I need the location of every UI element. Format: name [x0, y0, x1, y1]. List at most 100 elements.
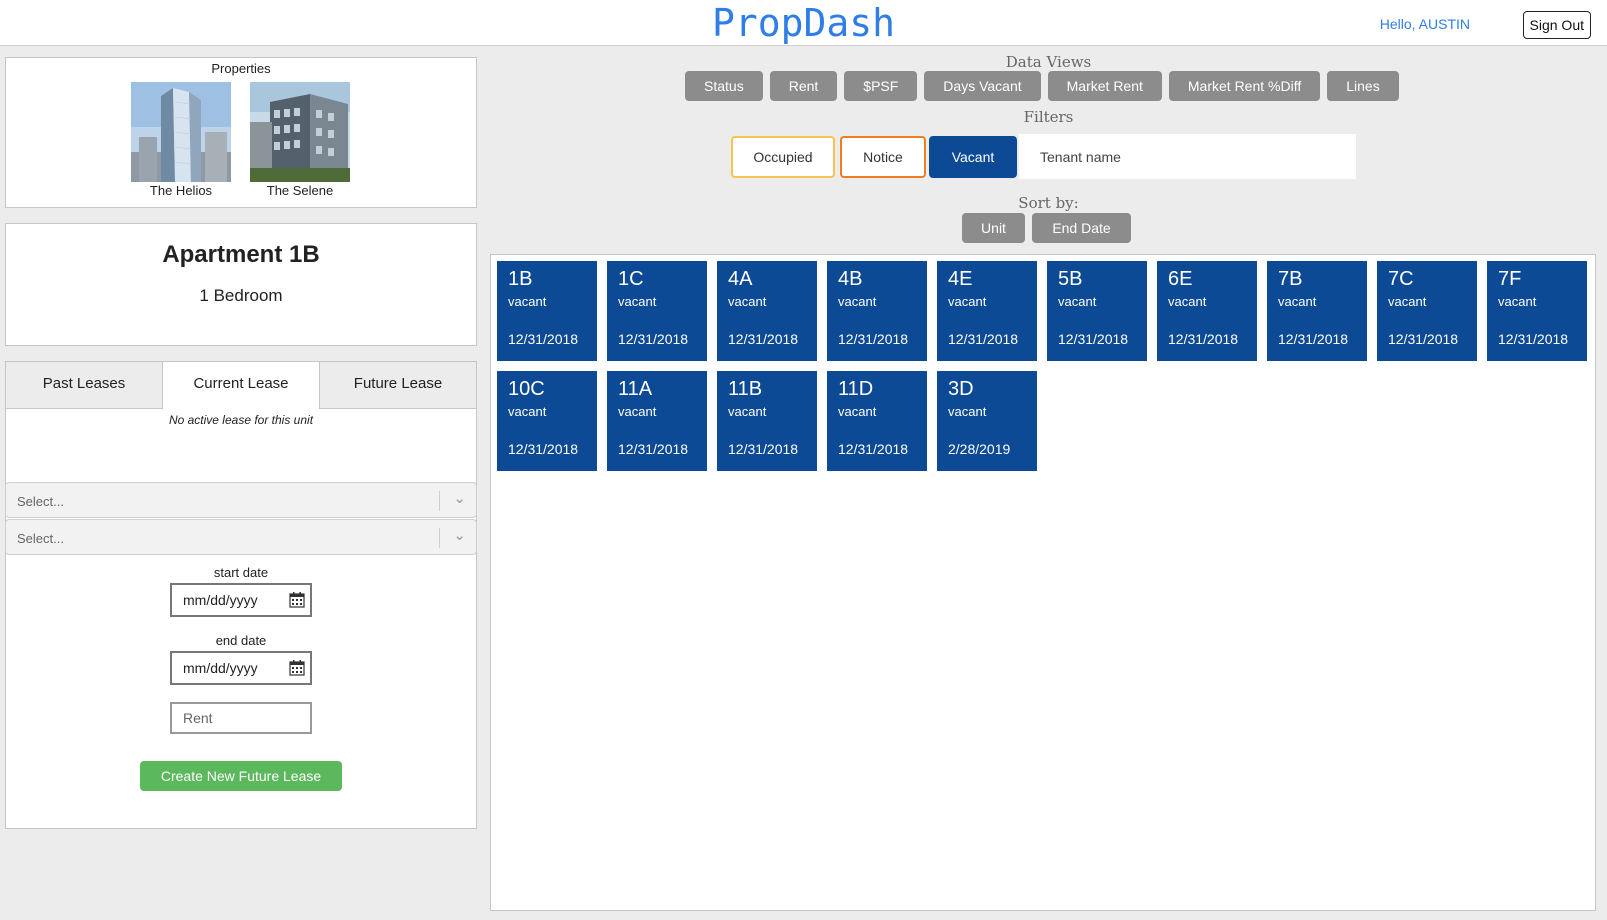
chevron-down-icon[interactable]: ⌄ [453, 489, 466, 507]
sort-buttons: Unit End Date [962, 213, 1131, 243]
end-date-placeholder: mm/dd/yyyy [183, 660, 258, 676]
properties-panel: Properties The Helios The Selene [5, 57, 477, 208]
filter-notice-button[interactable]: Notice [840, 136, 926, 178]
unit-number: 11D [838, 378, 874, 400]
unit-number: 10C [508, 378, 545, 400]
unit-tile[interactable]: 7B vacant 12/31/2018 [1267, 261, 1367, 361]
lease-type-select-placeholder: Select... [17, 531, 64, 546]
unit-number: 1C [618, 268, 644, 290]
properties-title: Properties [211, 61, 271, 76]
unit-tile[interactable]: 11B vacant 12/31/2018 [717, 371, 817, 471]
unit-lease-end-date: 12/31/2018 [1388, 331, 1459, 347]
property-helios[interactable]: The Helios [131, 82, 231, 198]
start-date-placeholder: mm/dd/yyyy [183, 592, 258, 608]
end-date-input[interactable]: mm/dd/yyyy [170, 651, 312, 685]
unit-status: vacant [948, 404, 987, 419]
user-greeting[interactable]: Hello, AUSTIN [1380, 16, 1470, 32]
tenant-name-placeholder: Tenant name [1040, 149, 1121, 165]
sign-out-button[interactable]: Sign Out [1522, 11, 1591, 39]
unit-lease-end-date: 12/31/2018 [1498, 331, 1569, 347]
tab-past-leases[interactable]: Past Leases [6, 362, 163, 409]
no-active-lease-message: No active lease for this unit [168, 413, 314, 427]
unit-tile[interactable]: 11D vacant 12/31/2018 [827, 371, 927, 471]
unit-lease-end-date: 12/31/2018 [728, 441, 799, 457]
start-date-input[interactable]: mm/dd/yyyy [170, 583, 312, 617]
data-views-title: Data Views [1005, 53, 1092, 71]
filter-occupied-button[interactable]: Occupied [731, 136, 835, 178]
rent-input[interactable]: Rent [170, 702, 312, 734]
property-selene[interactable]: The Selene [250, 82, 350, 198]
unit-status: vacant [618, 294, 657, 309]
unit-tile[interactable]: 11A vacant 12/31/2018 [607, 371, 707, 471]
unit-tile[interactable]: 4B vacant 12/31/2018 [827, 261, 927, 361]
unit-number: 4B [838, 268, 863, 290]
unit-tile[interactable]: 4E vacant 12/31/2018 [937, 261, 1037, 361]
view-market-rent-button[interactable]: Market Rent [1047, 71, 1162, 101]
unit-status: vacant [1498, 294, 1537, 309]
unit-lease-end-date: 12/31/2018 [508, 441, 579, 457]
sort-end-date-button[interactable]: End Date [1032, 213, 1131, 243]
unit-number: 7F [1498, 268, 1522, 290]
lease-panel: Past Leases Current Lease Future Lease N… [5, 361, 477, 829]
unit-tile[interactable]: 7F vacant 12/31/2018 [1487, 261, 1587, 361]
rent-placeholder: Rent [183, 710, 213, 726]
view-status-button[interactable]: Status [685, 71, 763, 101]
select-separator [439, 491, 440, 511]
unit-number: 3D [948, 378, 974, 400]
property-selene-image[interactable] [250, 82, 350, 182]
unit-number: 7C [1388, 268, 1414, 290]
unit-lease-end-date: 12/31/2018 [618, 441, 689, 457]
apartment-panel: Apartment 1B 1 Bedroom [5, 223, 477, 346]
unit-lease-end-date: 12/31/2018 [618, 331, 689, 347]
unit-status: vacant [508, 294, 547, 309]
calendar-icon[interactable] [289, 659, 305, 676]
sort-title: Sort by: [1018, 194, 1079, 212]
unit-number: 11B [728, 378, 763, 400]
unit-tile[interactable]: 4A vacant 12/31/2018 [717, 261, 817, 361]
unit-tile[interactable]: 1B vacant 12/31/2018 [497, 261, 597, 361]
unit-status: vacant [1058, 294, 1097, 309]
unit-tile[interactable]: 1C vacant 12/31/2018 [607, 261, 707, 361]
property-helios-image[interactable] [131, 82, 231, 182]
unit-tile[interactable]: 7C vacant 12/31/2018 [1377, 261, 1477, 361]
unit-number: 4E [948, 268, 973, 290]
select-separator [439, 528, 440, 548]
unit-status: vacant [838, 294, 877, 309]
apartment-bedrooms: 1 Bedroom [199, 286, 283, 305]
units-grid: 1B vacant 12/31/2018 1C vacant 12/31/2018 4A va… [490, 254, 1596, 911]
view-psf-button[interactable]: $PSF [844, 71, 918, 101]
tenant-name-input[interactable]: Tenant name [1019, 134, 1356, 179]
view-days-vacant-button[interactable]: Days Vacant [924, 71, 1041, 101]
unit-tile[interactable]: 6E vacant 12/31/2018 [1157, 261, 1257, 361]
unit-status: vacant [618, 404, 657, 419]
chevron-down-icon[interactable]: ⌄ [453, 526, 466, 544]
unit-lease-end-date: 12/31/2018 [508, 331, 579, 347]
unit-number: 4A [728, 268, 753, 290]
unit-number: 7B [1278, 268, 1303, 290]
view-lines-button[interactable]: Lines [1327, 71, 1399, 101]
unit-tile[interactable]: 10C vacant 12/31/2018 [497, 371, 597, 471]
unit-lease-end-date: 12/31/2018 [1168, 331, 1239, 347]
tab-current-lease[interactable]: Current Lease [163, 362, 320, 409]
filter-vacant-button[interactable]: Vacant [929, 136, 1017, 178]
tenant-select[interactable]: Select... ⌄ [5, 482, 477, 518]
create-future-lease-button[interactable]: Create New Future Lease [140, 761, 342, 791]
property-helios-label: The Helios [149, 183, 213, 198]
unit-number: 1B [508, 268, 533, 290]
calendar-icon[interactable] [289, 591, 305, 608]
lease-type-select[interactable]: Select... ⌄ [5, 519, 477, 555]
filters-title: Filters [1023, 108, 1074, 126]
unit-tile[interactable]: 3D vacant 2/28/2019 [937, 371, 1037, 471]
unit-lease-end-date: 12/31/2018 [1278, 331, 1349, 347]
view-rent-button[interactable]: Rent [769, 71, 838, 101]
unit-tile[interactable]: 5B vacant 12/31/2018 [1047, 261, 1147, 361]
unit-lease-end-date: 12/31/2018 [1058, 331, 1129, 347]
top-header: PropDash Hello, AUSTIN Sign Out [0, 0, 1607, 46]
sort-unit-button[interactable]: Unit [962, 213, 1025, 243]
tenant-select-placeholder: Select... [17, 494, 64, 509]
tab-future-lease[interactable]: Future Lease [320, 362, 476, 409]
unit-status: vacant [948, 294, 987, 309]
view-market-rent-diff-button[interactable]: Market Rent %Diff [1168, 71, 1321, 101]
end-date-label: end date [215, 633, 267, 648]
unit-status: vacant [508, 404, 547, 419]
